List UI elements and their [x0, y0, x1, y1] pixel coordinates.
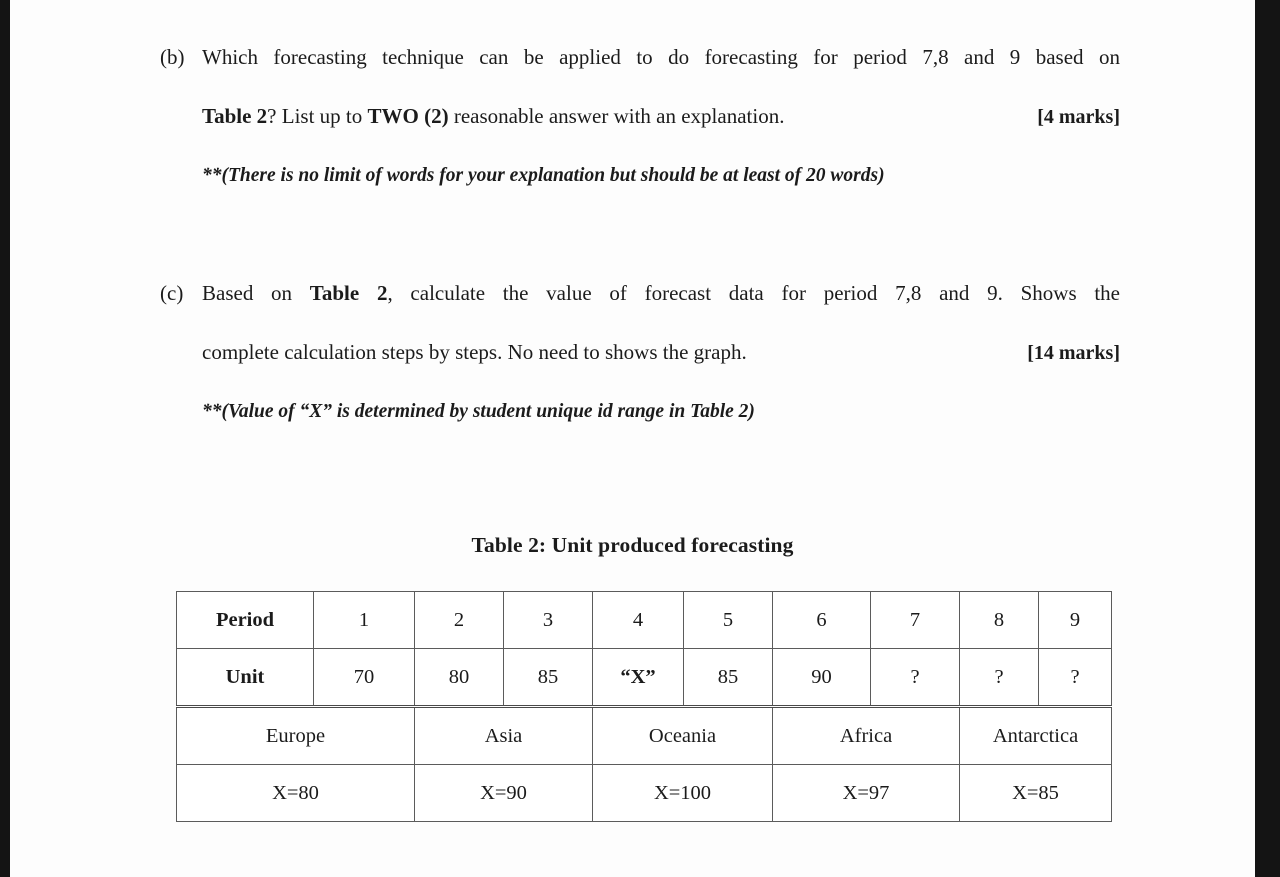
- table-cell-xvalue-oceania: X=100: [592, 764, 773, 822]
- question-c-line-1: Based on Table 2, calculate the value of…: [202, 264, 1120, 323]
- question-c: (c) Based on Table 2, calculate the valu…: [160, 264, 1120, 441]
- question-b-line-2-post: reasonable answer with an explanation.: [448, 104, 785, 128]
- question-b-note: **(There is no limit of words for your e…: [202, 165, 885, 186]
- question-c-line-1-post: , calculate the value of forecast data f…: [387, 281, 1121, 305]
- scan-edge-left: [0, 0, 10, 877]
- table-cell-xvalue-antarctica: X=85: [959, 764, 1112, 822]
- table-cell-unit-2: 80: [414, 648, 504, 707]
- table-cell-unit-5: 85: [683, 648, 773, 707]
- table-cell-period-3: 3: [503, 591, 593, 649]
- forecasting-table: Period 1 2 3 4 5 6 7 8 9 Unit 70 80 85 “…: [176, 591, 1112, 822]
- table-cell-unit-7: ?: [870, 648, 960, 707]
- question-b-two-emphasis: TWO (2): [367, 104, 449, 128]
- question-c-line-2: complete calculation steps by steps. No …: [202, 340, 747, 364]
- table-cell-xvalue-europe: X=80: [176, 764, 415, 822]
- question-b-second-line: Table 2? List up to TWO (2) reasonable a…: [160, 87, 1120, 147]
- table-cell-period-5: 5: [683, 591, 773, 649]
- table-cell-xvalue-asia: X=90: [414, 764, 593, 822]
- scan-edge-right: [1255, 0, 1280, 877]
- table-cell-period-6: 6: [772, 591, 871, 649]
- question-b: (b) Which forecasting technique can be a…: [160, 28, 1120, 205]
- question-b-line-2: Table 2? List up to TWO (2) reasonable a…: [202, 87, 784, 146]
- question-c-second-line: complete calculation steps by steps. No …: [160, 323, 1120, 383]
- table-cell-region-oceania: Oceania: [592, 705, 773, 765]
- question-b-line-2-mid: ? List up to: [267, 104, 368, 128]
- table-cell-unit-4: “X”: [592, 648, 684, 707]
- table-cell-period-7: 7: [870, 591, 960, 649]
- table-cell-period-2: 2: [414, 591, 504, 649]
- table-cell-period-1: 1: [313, 591, 415, 649]
- table-cell-region-africa: Africa: [772, 705, 960, 765]
- question-b-table-ref: Table 2: [202, 104, 268, 128]
- table-cell-unit-9: ?: [1038, 648, 1112, 707]
- question-c-line-1-pre: Based on: [202, 281, 310, 305]
- table-cell-period-9: 9: [1038, 591, 1112, 649]
- document-page: (b) Which forecasting technique can be a…: [10, 0, 1255, 877]
- question-b-marks: [4 marks]: [1037, 106, 1120, 128]
- table-cell-unit-label: Unit: [176, 648, 314, 707]
- question-c-marks: [14 marks]: [1027, 342, 1120, 364]
- question-b-marker: (b): [160, 45, 185, 69]
- question-c-note: **(Value of “X” is determined by student…: [202, 401, 755, 422]
- table-row-region-values: X=80 X=90 X=100 X=97 X=85: [176, 764, 1112, 822]
- table-cell-period-4: 4: [592, 591, 684, 649]
- table-row-period: Period 1 2 3 4 5 6 7 8 9: [176, 591, 1112, 649]
- table-caption: Table 2: Unit produced forecasting: [471, 533, 794, 557]
- question-c-marker: (c): [160, 281, 184, 305]
- table-cell-unit-1: 70: [313, 648, 415, 707]
- table-cell-period-8: 8: [959, 591, 1039, 649]
- table-cell-unit-6: 90: [772, 648, 871, 707]
- table-row-regions: Europe Asia Oceania Africa Antarctica: [176, 705, 1112, 765]
- question-c-line-2-wrap: complete calculation steps by steps. No …: [202, 323, 1120, 383]
- question-b-first-line: (b) Which forecasting technique can be a…: [160, 28, 1120, 87]
- table-cell-region-antarctica: Antarctica: [959, 705, 1112, 765]
- question-b-note-line: **(There is no limit of words for your e…: [160, 147, 1120, 205]
- table-row-unit: Unit 70 80 85 “X” 85 90 ? ? ?: [176, 648, 1112, 707]
- table-cell-region-asia: Asia: [414, 705, 593, 765]
- question-c-table-ref: Table 2: [309, 281, 388, 305]
- table-cell-period-label: Period: [176, 591, 314, 649]
- question-b-line-2-wrap: Table 2? List up to TWO (2) reasonable a…: [202, 87, 1120, 147]
- table-cell-unit-3: 85: [503, 648, 593, 707]
- table-cell-unit-8: ?: [959, 648, 1039, 707]
- table-cell-region-europe: Europe: [176, 705, 415, 765]
- table-cell-xvalue-africa: X=97: [772, 764, 960, 822]
- question-c-first-line: (c) Based on Table 2, calculate the valu…: [160, 264, 1120, 323]
- question-c-note-line: **(Value of “X” is determined by student…: [160, 383, 1120, 441]
- question-b-line-1: Which forecasting technique can be appli…: [202, 45, 1120, 69]
